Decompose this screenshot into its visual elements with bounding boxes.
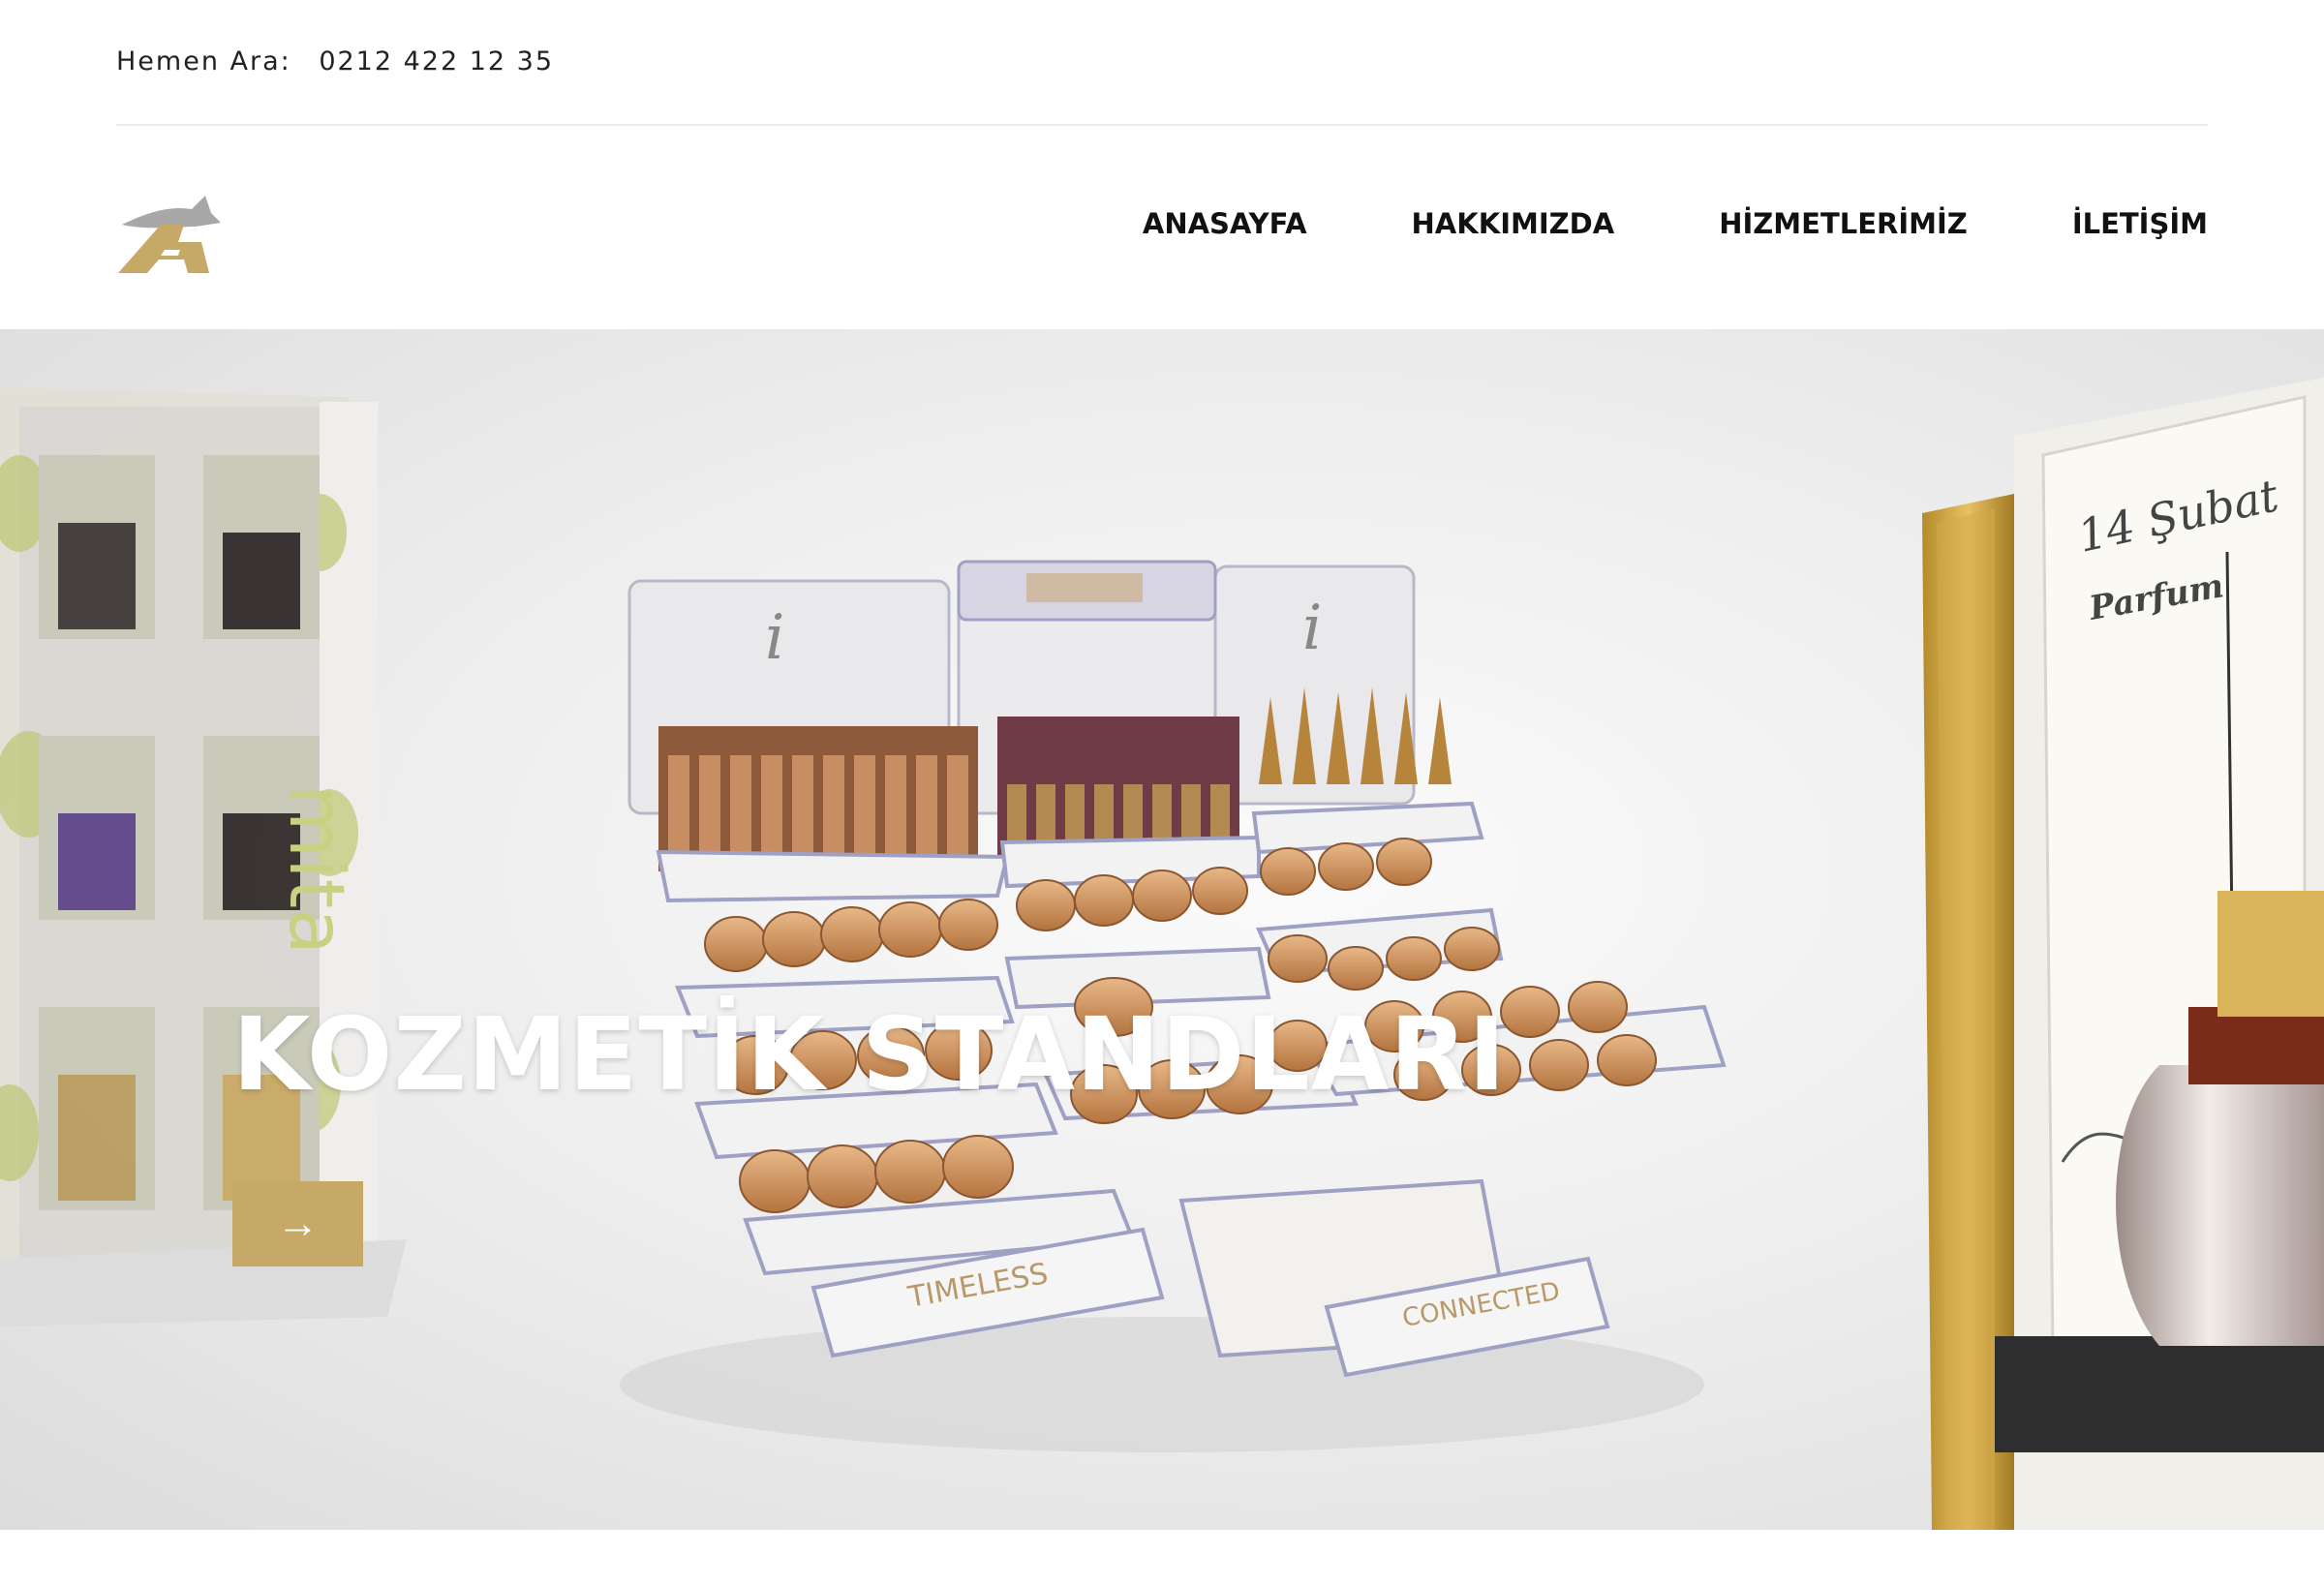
svg-text:mita: mita: [272, 784, 359, 955]
phone-number[interactable]: 0212 422 12 35: [319, 46, 554, 76]
nav-item-anasayfa[interactable]: ANASAYFA: [1143, 207, 1307, 240]
arrow-right-icon: →: [276, 1200, 320, 1247]
eagle-logo-icon: [118, 196, 221, 273]
right-stand: 14 Şubat Parfum: [1922, 378, 2324, 1530]
call-label: Hemen Ara:: [116, 46, 291, 76]
logo-link[interactable]: [116, 184, 223, 281]
call-info: Hemen Ara: 0212 422 12 35: [116, 46, 554, 76]
hero-slider: mita i i TIMELESS CONNECTED 14 Şubat Par…: [0, 329, 2324, 1530]
site-header: ANASAYFA HAKKIMIZDA HİZMETLERİMİZ İLETİŞ…: [116, 126, 2208, 329]
nav-item-hizmetlerimiz[interactable]: HİZMETLERİMİZ: [1719, 207, 1968, 240]
hero-title: KOZMETİK STANDLARI: [232, 995, 1507, 1113]
hero-image: mita i i TIMELESS CONNECTED 14 Şubat Par…: [0, 378, 2324, 1530]
nav-item-iletisim[interactable]: İLETİŞİM: [2072, 207, 2208, 240]
page-bottom: [0, 1530, 2324, 1586]
nav-item-hakkimizda[interactable]: HAKKIMIZDA: [1412, 207, 1615, 240]
svg-text:i: i: [765, 602, 784, 674]
svg-text:i: i: [1302, 593, 1322, 664]
hero-arrow-button[interactable]: →: [232, 1181, 363, 1266]
top-bar: Hemen Ara: 0212 422 12 35: [116, 0, 2208, 126]
main-nav: ANASAYFA HAKKIMIZDA HİZMETLERİMİZ İLETİŞ…: [1143, 207, 2208, 240]
